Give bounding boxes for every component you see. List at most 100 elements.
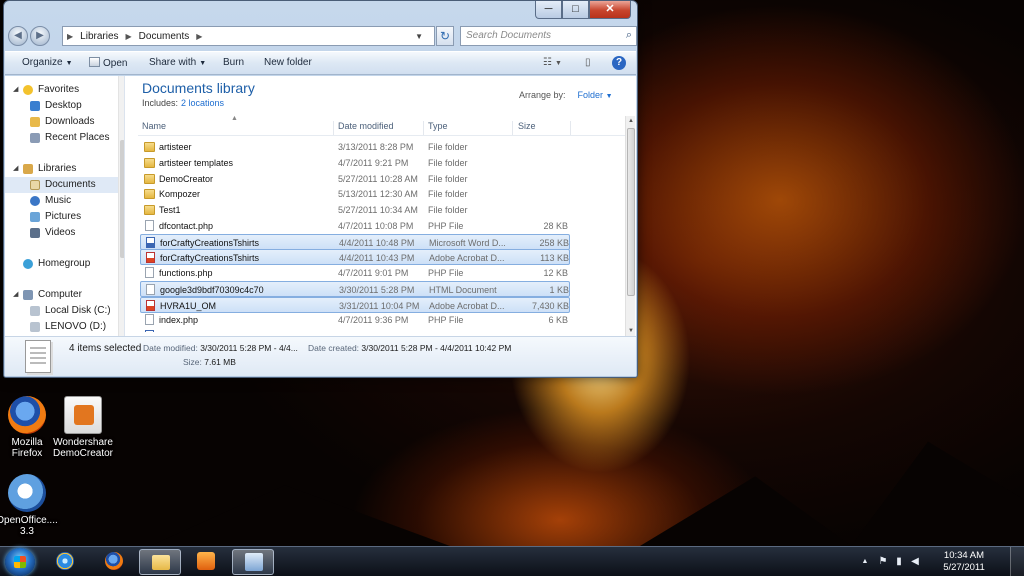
file-type: Adobe Acrobat D... [429,253,505,264]
desktop-icon-democreator[interactable]: Wondershare DemoCreator [48,396,118,459]
sidebar-item-desktop[interactable]: Desktop [5,98,124,114]
taskbar-internet-explorer[interactable] [44,549,86,575]
clock[interactable]: 10:34 AM 5/27/2011 [934,550,994,574]
sidebar-label: Homegroup [38,258,91,269]
php-file-icon [145,314,154,326]
breadcrumb-arrow-icon: ▶ [196,31,203,41]
scrollbar-thumb[interactable] [627,128,635,296]
file-name: Multimedia Optimization Kit [159,328,268,332]
sidebar-item-documents[interactable]: Documents [5,177,124,193]
organize-button[interactable]: Organize ▼ [22,57,73,68]
file-row[interactable]: HVRA1U_OM 3/31/2011 10:04 PM Adobe Acrobat… [140,296,570,313]
file-type: File folder [428,189,468,200]
refresh-button[interactable]: ↻ [436,26,454,46]
show-hidden-icons-icon[interactable]: ▲ [860,556,870,567]
sidebar-item-computer[interactable]: ◢ Computer [5,287,124,303]
open-button[interactable]: Open [89,57,127,69]
address-field[interactable]: ▶ Libraries ▶ Documents ▶ ▼ [62,26,435,46]
column-header-type[interactable]: Type [428,121,448,135]
chevron-down-icon: ▼ [65,60,73,67]
search-input[interactable]: Search Documents ⌕ [460,26,637,46]
sort-arrow-icon: ▲ [231,115,238,122]
word-file-icon [146,236,155,248]
nav-scrollbar[interactable] [118,76,124,336]
file-row[interactable]: Test1 5/27/2011 10:34 AM File folder [140,202,570,218]
column-header-date[interactable]: Date modified [338,121,394,135]
file-row[interactable]: artisteer 3/13/2011 8:28 PM File folder [140,139,570,155]
breadcrumb-arrow-icon: ▶ [67,31,74,41]
help-icon[interactable]: ? [612,56,626,70]
volume-icon[interactable]: ◀ [910,556,920,567]
sidebar-item-pictures[interactable]: Pictures [5,209,124,225]
close-button[interactable]: ✕ [589,1,631,19]
organize-label: Organize [22,57,63,68]
column-divider[interactable] [570,121,571,135]
firefox-icon [105,552,123,570]
sidebar-label: LENOVO (D:) [45,321,107,332]
file-row[interactable]: google3d9bdf70309c4c70 3/30/2011 5:28 PM H… [140,280,570,297]
taskbar-democreator[interactable] [232,549,274,575]
sidebar-item-libraries[interactable]: ◢ Libraries [5,161,124,177]
file-row[interactable]: Kompozer 5/13/2011 12:30 AM File folder [140,186,570,202]
back-button[interactable]: ◀ [8,26,28,46]
sidebar-label: Desktop [45,100,82,111]
file-list-scrollbar[interactable]: ▲ ▼ [625,116,635,336]
selection-count: 4 items selected [69,343,142,354]
file-row[interactable]: DemoCreator 5/27/2011 10:28 AM File folder [140,171,570,187]
scroll-down-icon[interactable]: ▼ [626,326,636,336]
minimize-button[interactable]: ─ [535,1,562,19]
date-created-detail: Date created: 3/30/2011 5:28 PM - 4/4/20… [308,343,511,353]
action-center-flag-icon[interactable]: ⚑ [878,556,888,567]
address-dropdown-icon[interactable]: ▼ [415,32,423,41]
taskbar-media-player[interactable] [185,549,227,575]
sidebar-label: Documents [45,179,96,190]
search-icon[interactable]: ⌕ [626,29,632,42]
new-folder-button[interactable]: New folder [264,57,312,68]
php-file-icon [145,219,154,231]
pictures-icon [30,212,40,222]
sidebar-item-music[interactable]: Music [5,193,124,209]
desktop-icon-label: OpenOffice.... [0,515,58,526]
desktop-icon-openoffice[interactable]: OpenOffice.... 3.3 [0,474,62,537]
network-icon[interactable]: ▮ [894,556,904,567]
breadcrumb-libraries[interactable]: Libraries [80,31,118,42]
taskbar-windows-explorer[interactable] [139,549,181,575]
column-divider[interactable] [512,121,513,135]
file-type: Adobe Acrobat D... [429,300,505,311]
sidebar-item-lenovo[interactable]: LENOVO (D:) [5,319,124,335]
file-row[interactable]: forCraftyCreationsTshirts 4/4/2011 10:48 … [140,233,570,250]
column-divider[interactable] [333,121,334,135]
file-row[interactable]: artisteer templates 4/7/2011 9:21 PM File … [140,155,570,171]
sidebar-item-homegroup[interactable]: Homegroup [5,256,124,272]
sidebar-item-downloads[interactable]: Downloads [5,114,124,130]
maximize-button[interactable]: □ [562,1,589,19]
file-name: functions.php [159,268,213,278]
file-row[interactable]: dfcontact.php 4/7/2011 10:08 PM PHP File 28… [140,218,570,234]
clock-date: 5/27/2011 [943,562,985,573]
arrange-by-dropdown[interactable]: Folder ▼ [578,90,613,100]
file-size: 113 KB [540,253,569,264]
sidebar-item-favorites[interactable]: ◢ Favorites [5,82,124,98]
show-desktop-button[interactable] [1010,547,1024,576]
scroll-up-icon[interactable]: ▲ [626,116,636,126]
preview-pane-icon[interactable]: ▯ [585,57,591,68]
sidebar-item-videos[interactable]: Videos [5,225,124,241]
file-row[interactable]: Multimedia Optimization Kit 4/7/2011 1:39… [140,328,570,332]
sidebar-item-local-disk[interactable]: Local Disk (C:) [5,303,124,319]
column-divider[interactable] [423,121,424,135]
start-button[interactable] [5,548,35,576]
file-row[interactable]: functions.php 4/7/2011 9:01 PM PHP File 12 … [140,265,570,281]
breadcrumb-documents[interactable]: Documents [139,31,190,42]
sidebar-item-recent-places[interactable]: Recent Places [5,130,124,146]
file-row[interactable]: index.php 4/7/2011 9:36 PM PHP File 6 KB [140,312,570,328]
share-with-button[interactable]: Share with ▼ [149,57,206,68]
file-name: artisteer [159,142,192,152]
forward-button[interactable]: ▶ [30,26,50,46]
views-button[interactable]: ☷ ▼ [543,57,562,68]
burn-button[interactable]: Burn [223,57,244,68]
column-header-name[interactable]: Name [142,121,166,135]
locations-link[interactable]: 2 locations [181,98,224,108]
column-header-size[interactable]: Size [518,121,536,135]
taskbar-firefox[interactable] [93,549,135,575]
file-row[interactable]: forCraftyCreationsTshirts 4/4/2011 10:43 … [140,249,570,266]
